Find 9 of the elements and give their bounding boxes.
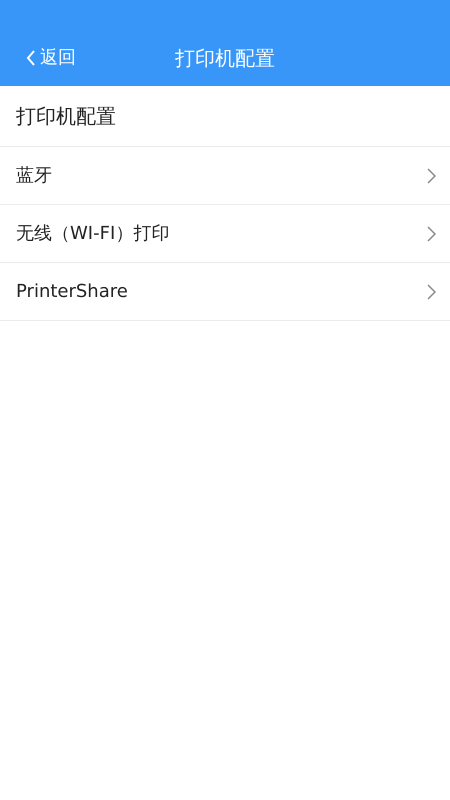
chevron-right-icon [427,226,436,242]
section-title: 打印机配置 [0,86,450,147]
chevron-right-icon [427,284,436,300]
screen-title: 打印机配置 [175,45,275,72]
chevron-left-icon [26,50,36,66]
settings-row[interactable]: 无线（WI-FI）打印 [0,205,450,263]
chevron-right-icon [427,168,436,184]
settings-row[interactable]: 蓝牙 [0,147,450,205]
settings-row[interactable]: PrinterShare [0,263,450,321]
